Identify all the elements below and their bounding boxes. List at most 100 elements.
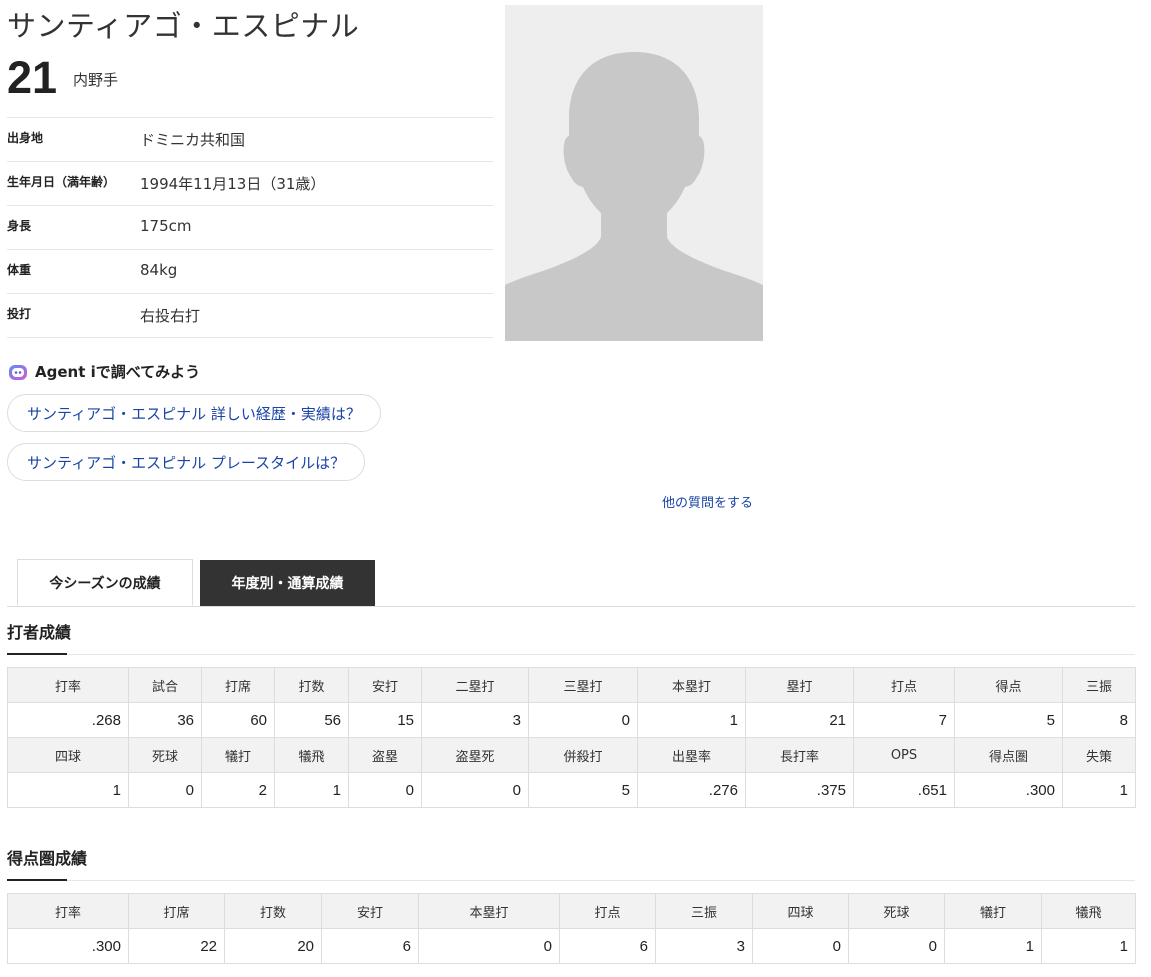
table-header-cell: 併殺打 (528, 737, 638, 773)
table-header-cell: 長打率 (745, 737, 854, 773)
table-header-cell: 試合 (128, 667, 202, 703)
table-cell: 56 (274, 702, 349, 738)
table-cell: 7 (853, 702, 955, 738)
table-cell: 22 (128, 928, 225, 964)
table-header-cell: 四球 (7, 737, 129, 773)
agent-question-playstyle[interactable]: サンティアゴ・エスピナル プレースタイルは？ (7, 443, 366, 481)
table-cell: 1 (944, 928, 1042, 964)
batting-section-title: 打者成績 (7, 623, 72, 642)
table-header-cell: 得点圏 (954, 737, 1063, 773)
table-cell: 0 (421, 772, 529, 808)
table-cell: 0 (128, 772, 202, 808)
table-cell: 60 (201, 702, 275, 738)
table-header-cell: 犠打 (201, 737, 275, 773)
table-cell: 2 (201, 772, 275, 808)
table-cell: 21 (745, 702, 854, 738)
table-header-cell: 得点 (954, 667, 1063, 703)
table-row: .300 22 20 6 0 6 3 0 0 1 1 (7, 928, 1136, 964)
table-cell: .300 (954, 772, 1063, 808)
table-cell: 3 (421, 702, 529, 738)
table-header-cell: 三振 (1062, 667, 1136, 703)
agent-question-career[interactable]: サンティアゴ・エスピナル 詳しい経歴・実績は？ (7, 394, 381, 432)
table-header-cell: 安打 (348, 667, 422, 703)
table-cell: 1 (637, 702, 746, 738)
table-cell: 0 (348, 772, 422, 808)
profile-value: 1994年11月13日（31歳） (140, 175, 326, 193)
table-header-row: 打率 打席 打数 安打 本塁打 打点 三振 四球 死球 犠打 犠飛 (7, 893, 1136, 929)
table-header-cell: 三振 (655, 893, 753, 929)
stats-tabs: 今シーズンの成績 年度別・通算成績 (7, 559, 1135, 607)
table-row: 1 0 2 1 0 0 5 .276 .375 .651 .300 1 (7, 772, 1136, 808)
profile-label: 出身地 (7, 131, 44, 145)
table-cell: .300 (7, 928, 129, 964)
table-header-cell: 犠飛 (274, 737, 349, 773)
silhouette-icon (505, 52, 763, 341)
profile-label: 身長 (7, 219, 32, 233)
profile-row-weight: 体重 84kg (7, 250, 493, 294)
table-header-cell: 打数 (224, 893, 322, 929)
table-header-cell: 失策 (1062, 737, 1136, 773)
profile-value: ドミニカ共和国 (140, 131, 246, 149)
table-header-cell: 三塁打 (528, 667, 638, 703)
risp-stats-table: 打率 打席 打数 安打 本塁打 打点 三振 四球 死球 犠打 犠飛 .300 2… (7, 893, 1136, 964)
table-cell: 20 (224, 928, 322, 964)
table-cell: 8 (1062, 702, 1136, 738)
table-cell: 5 (954, 702, 1063, 738)
profile-label: 投打 (7, 307, 32, 321)
table-header-cell: 盗塁死 (421, 737, 529, 773)
profile-row-birthdate: 生年月日（満年齢） 1994年11月13日（31歳） (7, 162, 493, 206)
table-cell: 0 (848, 928, 945, 964)
table-header-cell: 打席 (201, 667, 275, 703)
table-header-cell: 打点 (853, 667, 955, 703)
profile-row-bats-throws: 投打 右投右打 (7, 294, 493, 338)
table-header-cell: 死球 (128, 737, 202, 773)
table-header-cell: 打数 (274, 667, 349, 703)
table-cell: .651 (853, 772, 955, 808)
player-position: 内野手 (73, 71, 119, 89)
table-header-row: 四球 死球 犠打 犠飛 盗塁 盗塁死 併殺打 出塁率 長打率 OPS 得点圏 失… (7, 737, 1136, 773)
table-header-cell: 打率 (7, 667, 129, 703)
table-header-cell: 打率 (7, 893, 129, 929)
player-name: サンティアゴ・エスピナル (7, 9, 360, 43)
table-cell: 15 (348, 702, 422, 738)
table-cell: .276 (637, 772, 746, 808)
table-cell: .375 (745, 772, 854, 808)
tab-current-season[interactable]: 今シーズンの成績 (17, 559, 193, 606)
table-header-cell: 犠打 (944, 893, 1042, 929)
table-header-cell: 打点 (559, 893, 656, 929)
profile-label: 生年月日（満年齢） (7, 175, 116, 189)
table-header-cell: 安打 (321, 893, 419, 929)
agent-header: Agent iで調べてみよう (8, 361, 200, 382)
section-divider (7, 653, 1135, 655)
table-header-cell: 本塁打 (637, 667, 746, 703)
profile-table: 出身地 ドミニカ共和国 生年月日（満年齢） 1994年11月13日（31歳） 身… (7, 117, 493, 338)
agent-bot-icon (9, 364, 27, 380)
tab-yearly-career[interactable]: 年度別・通算成績 (200, 560, 375, 606)
table-cell: 6 (321, 928, 419, 964)
profile-value: 175cm (140, 217, 192, 235)
section-divider (7, 879, 1135, 881)
table-cell: 0 (418, 928, 560, 964)
table-header-cell: 二塁打 (421, 667, 529, 703)
profile-row-height: 身長 175cm (7, 206, 493, 250)
uniform-number: 21 (7, 52, 58, 103)
table-cell: 1 (274, 772, 349, 808)
batting-stats-table: 打率 試合 打席 打数 安打 二塁打 三塁打 本塁打 塁打 打点 得点 三振 .… (7, 667, 1136, 808)
profile-row-birthplace: 出身地 ドミニカ共和国 (7, 118, 493, 162)
table-cell: 0 (528, 702, 638, 738)
profile-label: 体重 (7, 263, 32, 277)
table-cell: 0 (752, 928, 849, 964)
more-questions-link[interactable]: 他の質問をする (662, 492, 753, 511)
risp-section-title: 得点圏成績 (7, 849, 88, 868)
table-header-cell: OPS (853, 737, 955, 773)
table-header-cell: 死球 (848, 893, 945, 929)
table-cell: 1 (1041, 928, 1136, 964)
table-header-row: 打率 試合 打席 打数 安打 二塁打 三塁打 本塁打 塁打 打点 得点 三振 (7, 667, 1136, 703)
agent-title: Agent iで調べてみよう (35, 363, 201, 381)
table-header-cell: 盗塁 (348, 737, 422, 773)
table-cell: 6 (559, 928, 656, 964)
table-header-cell: 出塁率 (637, 737, 746, 773)
table-cell: 1 (7, 772, 129, 808)
profile-value: 84kg (140, 261, 178, 279)
table-header-cell: 打席 (128, 893, 225, 929)
